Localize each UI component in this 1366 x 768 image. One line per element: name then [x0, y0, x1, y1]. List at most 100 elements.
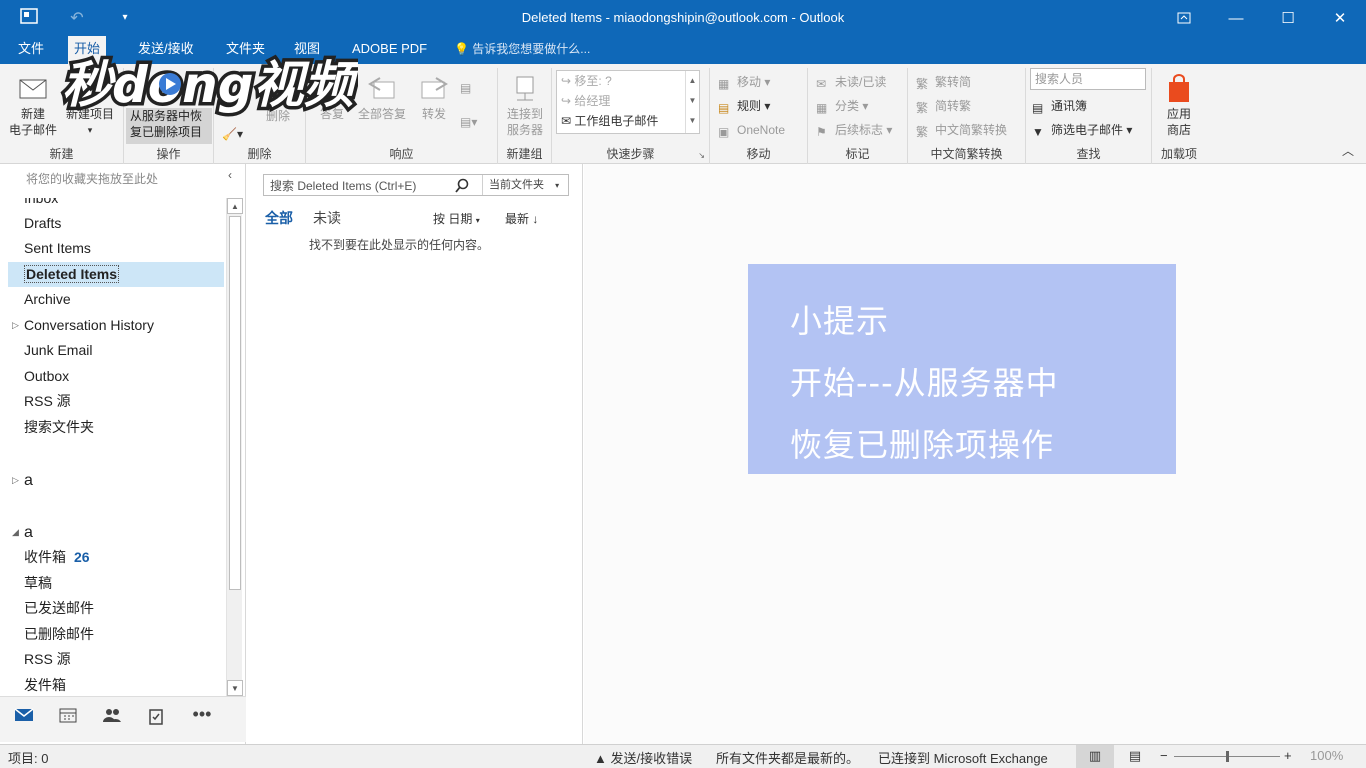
connect-to-server-button[interactable]: 连接到 服务器 [500, 74, 550, 138]
expand-arrow-icon[interactable]: ▷ [12, 313, 19, 338]
group-label-find: 查找 [1076, 147, 1101, 161]
expand-gallery-icon[interactable]: ▼ [686, 111, 699, 131]
account-header-2[interactable]: ◢ a [8, 520, 224, 545]
reply-all-button[interactable]: 全部答复 [354, 74, 410, 122]
quick-steps-scroll[interactable]: ▲ ▼ ▼ [685, 71, 699, 133]
store-button[interactable]: 应用 商店 [1156, 74, 1202, 138]
follow-up-button[interactable]: ⚑ 后续标志 ▾ [816, 120, 892, 140]
folder-pane-scrollbar[interactable]: ▲ ▼ [226, 198, 243, 696]
folder-cn-inbox[interactable]: 收件箱 26 [8, 545, 224, 570]
rules-icon: ▤ [718, 101, 730, 115]
conversation-history-label: Conversation History [24, 317, 154, 333]
folder-search-folders[interactable]: 搜索文件夹 [8, 415, 224, 440]
search-people-input[interactable]: 搜索人员 [1030, 68, 1146, 90]
dialog-launcher-icon[interactable]: ↘ [698, 151, 705, 160]
move-icon: ▦ [718, 77, 730, 91]
tip-line-3: 恢复已删除项操作 [790, 426, 1055, 464]
send-receive-error[interactable]: ▲ 发送/接收错误 [594, 748, 692, 767]
zoom-level[interactable]: 100% [1310, 748, 1343, 763]
to-traditional-button[interactable]: 繁简转繁 [916, 96, 971, 116]
search-input[interactable]: 搜索 Deleted Items (Ctrl+E) [270, 177, 416, 194]
more-apps-icon[interactable]: ••• [188, 705, 216, 731]
search-scope-dropdown[interactable]: 当前文件夹 ▾ [482, 175, 570, 195]
unread-read-button[interactable]: ✉ 未读/已读 [816, 72, 886, 92]
folder-sent-items[interactable]: Sent Items [8, 236, 224, 261]
restore-ribbon-icon[interactable] [1158, 0, 1210, 36]
more-respond-icon[interactable]: ▤▾ [460, 112, 477, 132]
quick-step-move-to[interactable]: ↪ 移至: ? [561, 71, 612, 91]
scroll-up-arrow-icon[interactable]: ▲ [227, 198, 243, 214]
folder-junk-email[interactable]: Junk Email [8, 338, 224, 363]
folder-drafts[interactable]: Drafts [8, 211, 224, 236]
chinese-convert-button[interactable]: 繁中文简繁转换 [916, 120, 1007, 140]
rules-label: 规则 [737, 99, 762, 113]
onenote-icon: ▣ [718, 125, 730, 139]
group-label-move: 移动 [746, 147, 771, 161]
zoom-out-icon[interactable]: − [1160, 748, 1168, 763]
folder-cn-rss[interactable]: RSS 源 [8, 647, 224, 672]
search-icon[interactable] [454, 178, 470, 194]
forward-button[interactable]: 转发 [414, 74, 454, 122]
scroll-up-icon[interactable]: ▲ [686, 71, 699, 91]
folder-archive[interactable]: Archive [8, 287, 224, 312]
cleanup-icon[interactable]: 🧹▾ [222, 124, 243, 144]
address-book-button[interactable]: ▤ 通讯簿 [1032, 96, 1087, 116]
group-label-tags: 标记 [845, 147, 870, 161]
tab-file[interactable]: 文件 [12, 36, 50, 64]
folder-outbox[interactable]: Outbox [8, 364, 224, 389]
search-box[interactable]: 搜索 Deleted Items (Ctrl+E) 当前文件夹 ▾ [263, 174, 569, 196]
folder-rss[interactable]: RSS 源 [8, 389, 224, 414]
scroll-thumb[interactable] [229, 216, 241, 590]
collapse-ribbon-icon[interactable]: ︿ [1342, 142, 1354, 159]
calendar-icon[interactable] [54, 707, 82, 731]
zoom-slider-thumb[interactable] [1226, 751, 1229, 762]
categorize-button[interactable]: ▦ 分类 ▾ [816, 96, 868, 116]
zoom-in-icon[interactable]: + [1284, 748, 1292, 763]
reading-view-icon[interactable]: ▤ [1116, 745, 1154, 768]
meeting-reply-icon[interactable]: ▤ [460, 78, 471, 98]
maximize-icon[interactable]: ☐ [1262, 0, 1314, 36]
to-traditional-icon: 繁 [916, 101, 929, 115]
quick-step-team-email[interactable]: ✉ 工作组电子邮件 [561, 111, 658, 131]
scroll-down-icon[interactable]: ▼ [686, 91, 699, 111]
filter-unread[interactable]: 未读 [313, 208, 341, 228]
folder-cn-sent[interactable]: 已发送邮件 [8, 596, 224, 621]
flag-icon: ⚑ [816, 125, 827, 139]
filter-all[interactable]: 全部 [265, 208, 293, 228]
tasks-icon[interactable] [142, 707, 170, 731]
sort-order-toggle[interactable]: 最新 ↓ [505, 210, 538, 227]
folder-cn-outbox[interactable]: 发件箱 [8, 673, 224, 698]
to-simplified-button[interactable]: 繁繁转简 [916, 72, 971, 92]
onenote-button[interactable]: ▣ OneNote [718, 120, 785, 140]
new-items-dropdown-icon: ▾ [87, 125, 93, 135]
move-button[interactable]: ▦ 移动 ▾ [718, 72, 770, 92]
normal-view-icon[interactable]: ▥ [1076, 745, 1114, 768]
scroll-down-arrow-icon[interactable]: ▼ [227, 680, 243, 696]
sort-by-dropdown[interactable]: 按 日期 ▾ [433, 210, 480, 227]
collapse-folder-pane-icon[interactable]: ‹ [228, 168, 232, 182]
minimize-icon[interactable]: — [1210, 0, 1262, 36]
close-icon[interactable]: ✕ [1314, 0, 1366, 36]
quick-step-to-manager[interactable]: ↪ 给经理 [561, 91, 610, 111]
tip-line-2: 开始---从服务器中 [790, 364, 1059, 402]
tab-adobe-pdf[interactable]: ADOBE PDF [346, 36, 433, 64]
new-email-button[interactable]: 新建 电子邮件 [6, 74, 60, 138]
rules-button[interactable]: ▤ 规则 ▾ [718, 96, 770, 116]
folder-cn-drafts[interactable]: 草稿 [8, 571, 224, 596]
tell-me-box[interactable]: 💡 告诉我您想要做什么... [454, 36, 590, 62]
filter-email-button[interactable]: ▼ 筛选电子邮件 ▾ [1032, 120, 1132, 140]
folder-deleted-items[interactable]: Deleted Items [8, 262, 224, 287]
group-label-addins: 加载项 [1160, 147, 1197, 161]
people-icon[interactable] [98, 707, 126, 731]
collapse-arrow-icon[interactable]: ◢ [12, 520, 19, 545]
chinese-convert-icon: 繁 [916, 125, 929, 139]
folder-inbox[interactable]: Inbox [8, 198, 224, 211]
folder-deleted-items-label: Deleted Items [24, 265, 120, 283]
quick-steps-gallery: ↪ 移至: ? ↪ 给经理 ✉ 工作组电子邮件 ▲ ▼ ▼ [556, 70, 700, 134]
folder-cn-deleted[interactable]: 已删除邮件 [8, 622, 224, 647]
folder-conversation-history[interactable]: ▷ Conversation History [8, 313, 224, 338]
expand-arrow-icon[interactable]: ▷ [12, 468, 19, 493]
mail-icon[interactable] [10, 707, 38, 731]
account-header-1[interactable]: ▷ a [8, 468, 224, 493]
address-book-label: 通讯簿 [1051, 99, 1088, 113]
